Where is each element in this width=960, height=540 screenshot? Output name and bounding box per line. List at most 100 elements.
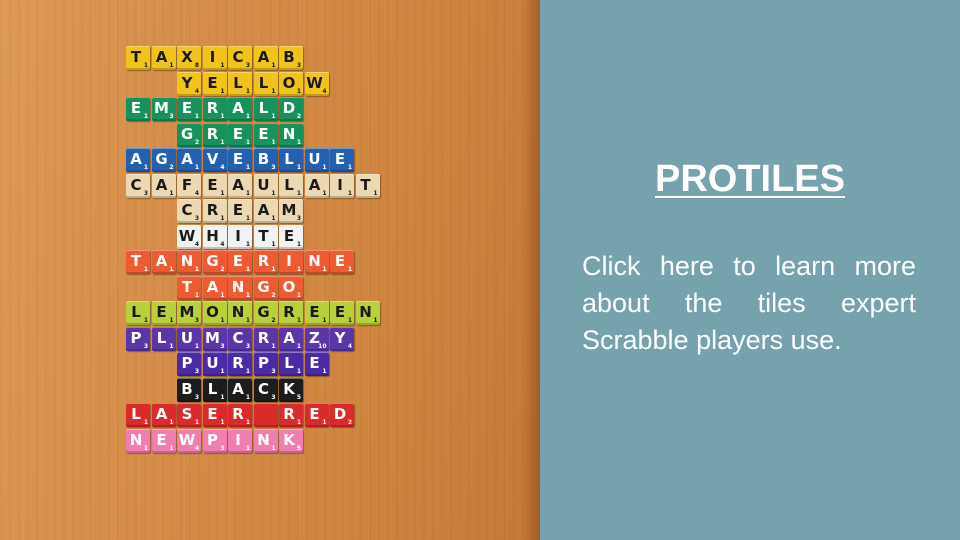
tile: C3: [177, 199, 201, 223]
tile: E1: [253, 122, 278, 147]
tile: P3: [253, 352, 278, 376]
tile-points: 3: [194, 215, 199, 222]
tile-points: 3: [194, 393, 199, 401]
tile-points: 1: [220, 393, 225, 401]
tile-points: 1: [220, 317, 225, 324]
tile: P3: [177, 352, 201, 376]
tile: F4: [177, 173, 201, 198]
tile-points: 1: [245, 419, 250, 426]
tile-points: 1: [296, 266, 301, 273]
tile: E1: [330, 148, 354, 172]
tile-points: 1: [220, 291, 225, 299]
tile-points: 1: [271, 113, 276, 120]
tile-points: 1: [296, 189, 301, 197]
tile: Y4: [177, 71, 201, 96]
tile: R1: [228, 352, 252, 376]
learn-more-link[interactable]: Click here to learn more about the tiles…: [582, 248, 916, 359]
tile-points: 1: [322, 368, 327, 375]
tile: L1: [253, 71, 278, 96]
tile: P3: [126, 326, 150, 351]
tile: E1: [151, 428, 176, 453]
tile: R1: [253, 326, 278, 351]
tile-points: 3: [296, 62, 301, 69]
tile-points: 2: [271, 291, 276, 299]
tile: R1: [228, 403, 252, 427]
tile-points: 1: [296, 419, 301, 426]
tile: E1: [228, 199, 252, 223]
tile: C3: [126, 173, 150, 198]
tile: E1: [304, 403, 329, 427]
tile: A1: [279, 326, 303, 351]
tile-points: 1: [245, 444, 250, 452]
tile: A1: [228, 173, 252, 198]
tile: I1: [330, 173, 354, 198]
tile-points: 1: [322, 419, 327, 426]
tile-points: 1: [322, 317, 327, 324]
tile-points: 1: [220, 189, 225, 197]
tile-points: 3: [245, 342, 250, 350]
tile: N1: [126, 428, 150, 453]
tile-points: 3: [194, 317, 199, 324]
tile: E1: [202, 173, 227, 198]
tile: T1: [177, 275, 201, 300]
tile-points: 1: [373, 317, 378, 324]
tile-row: T1A1N1G2E1R1I1N1E1: [126, 250, 356, 275]
tile: Y4: [330, 326, 354, 351]
tile: I1: [202, 46, 227, 70]
tile-blank: [253, 403, 278, 427]
tile: U1: [304, 148, 329, 172]
tile: N1: [304, 250, 329, 274]
tile: A1: [151, 173, 176, 198]
tile: I1: [228, 224, 252, 249]
tile-points: 1: [245, 189, 250, 197]
tile: E1: [228, 122, 252, 147]
tile: W4: [177, 428, 201, 453]
tile-points: 1: [143, 164, 148, 171]
tile: E1: [304, 352, 329, 376]
tile: N1: [228, 275, 252, 300]
tile-points: 2: [169, 164, 174, 171]
tile: E1: [202, 71, 227, 96]
tile: O1: [202, 301, 227, 325]
tile: C3: [228, 326, 252, 351]
tile-points: 3: [194, 368, 199, 375]
tile-points: 1: [245, 164, 250, 171]
tile: A1: [228, 97, 252, 121]
tile: I1: [228, 428, 252, 453]
tile-points: 1: [271, 138, 276, 146]
tile: L1: [279, 352, 303, 376]
tile: K5: [279, 377, 303, 402]
tile: E1: [228, 250, 252, 274]
tile-points: 1: [271, 87, 276, 95]
tile: E1: [330, 250, 354, 274]
tile-points: 10: [318, 342, 327, 350]
tile: U1: [177, 326, 201, 351]
tile: O1: [279, 275, 303, 300]
tile: E1: [202, 403, 227, 427]
tile: L1: [202, 377, 227, 402]
tile-points: 2: [271, 317, 276, 324]
tile-points: 3: [271, 368, 276, 375]
tile: N1: [228, 301, 252, 325]
tile-points: 1: [271, 189, 276, 197]
tile-points: 1: [169, 444, 174, 452]
tile: A1: [151, 250, 176, 274]
tile-row: P 3 L 1 U 1 M 3 C 3 R 1 A 1 Z 10 Y 4: [126, 326, 356, 352]
tile-points: 3: [169, 113, 174, 120]
tile: R1: [202, 122, 227, 147]
tile: N1: [253, 428, 278, 453]
tile-points: 4: [194, 189, 199, 197]
tile: L1: [228, 71, 252, 96]
tile: H4: [202, 224, 227, 249]
tile: S1: [177, 403, 201, 427]
tile: A1: [151, 403, 176, 427]
tile: G2: [177, 122, 201, 147]
tile-points: 1: [271, 444, 276, 452]
tile: A1: [253, 46, 278, 70]
tile: B3: [279, 46, 303, 70]
tile-points: 1: [194, 113, 199, 120]
tile-points: 1: [169, 189, 174, 197]
tile: A1: [253, 199, 278, 223]
tile: N1: [355, 301, 380, 325]
tile-row: P3U1R1P3L1E1: [177, 352, 330, 377]
